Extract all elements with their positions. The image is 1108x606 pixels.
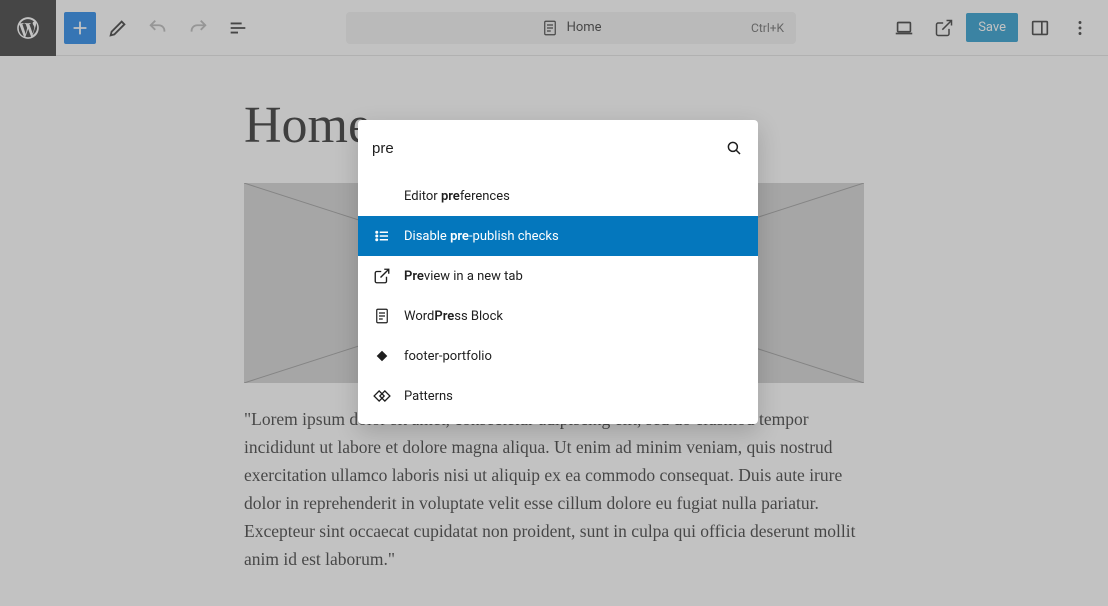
command-palette: Editor preferences Disable pre-publish ch… (358, 120, 758, 424)
command-palette-item[interactable]: Disable pre-publish checks (358, 216, 758, 256)
command-palette-item-label: Disable pre-publish checks (404, 229, 559, 244)
command-palette-item-label: WordPress Block (404, 309, 503, 324)
command-palette-item[interactable]: Editor preferences (358, 176, 758, 216)
search-icon (724, 138, 744, 158)
command-palette-item-label: Editor preferences (404, 189, 510, 204)
command-palette-item[interactable]: Preview in a new tab (358, 256, 758, 296)
command-palette-results: Editor preferences Disable pre-publish ch… (358, 176, 758, 416)
page-icon (372, 306, 392, 326)
command-palette-item[interactable]: Patterns (358, 376, 758, 416)
command-palette-item-label: footer-portfolio (404, 349, 492, 364)
command-palette-input[interactable] (372, 140, 724, 157)
diamonds-icon (372, 386, 392, 406)
command-palette-item[interactable]: footer-portfolio (358, 336, 758, 376)
list-icon (372, 226, 392, 246)
external-icon (372, 266, 392, 286)
command-palette-item[interactable]: WordPress Block (358, 296, 758, 336)
command-palette-search-row (358, 120, 758, 176)
command-palette-item-label: Patterns (404, 389, 453, 404)
command-palette-item-label: Preview in a new tab (404, 269, 523, 284)
diamond-icon (372, 346, 392, 366)
